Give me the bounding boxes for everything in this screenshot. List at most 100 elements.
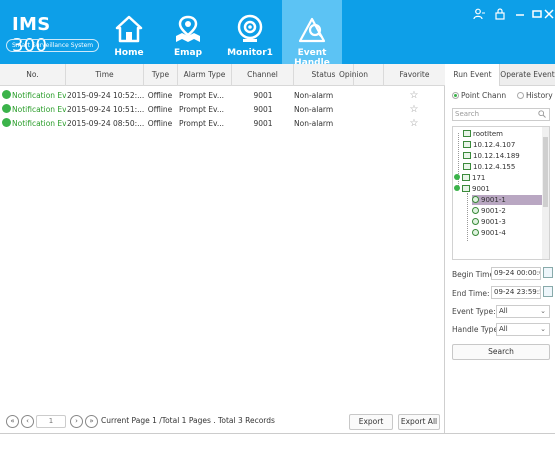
tree-node-device[interactable]: 10.12.14.189	[463, 151, 520, 161]
event-type-label: Event Type:	[452, 307, 496, 316]
folder-icon	[463, 130, 471, 137]
tree-scrollbar[interactable]	[542, 127, 549, 259]
tree-node-device[interactable]: 171	[454, 173, 485, 183]
expand-icon[interactable]	[454, 174, 460, 180]
time-cell: 2015-09-24 10:51:...	[67, 105, 144, 114]
tree-node-channel-selected[interactable]: 9001-1	[472, 195, 542, 205]
table-row[interactable]: Notification Event#1 2015-09-24 10:52:..…	[0, 89, 445, 103]
lock-icon[interactable]	[493, 8, 507, 22]
end-time-input[interactable]: 09-24 23:59:59	[491, 286, 541, 299]
calendar-icon[interactable]	[543, 286, 553, 297]
minimize-icon[interactable]	[513, 8, 527, 22]
channel-cell: 9001	[253, 91, 273, 100]
event-status-dot-icon	[2, 90, 11, 99]
favorite-star-icon[interactable]: ☆	[384, 89, 444, 103]
alarm-type-cell: Prompt Ev...	[179, 91, 225, 100]
nav-emap-label: Emap	[173, 48, 203, 58]
tree-node-channel[interactable]: 9001-4	[472, 228, 506, 238]
channel-tree: rootItem 10.12.4.107 10.12.14.189 10.12.…	[452, 126, 550, 260]
channel-cell: 9001	[253, 119, 273, 128]
prev-page-icon[interactable]: ‹	[21, 415, 34, 428]
device-icon	[462, 174, 470, 181]
event-type-select[interactable]: All ⌄	[496, 305, 550, 318]
event-table-panel: No. Time Type Alarm Type Channel Status …	[0, 64, 445, 433]
status-cell: Non-alarm	[294, 91, 334, 100]
user-icon[interactable]	[472, 8, 486, 22]
handle-type-select[interactable]: All ⌄	[496, 323, 550, 336]
search-icon	[538, 110, 546, 118]
type-cell: Offline	[147, 119, 173, 128]
pagination-bar: « ‹ 1 › » Current Page 1 /Total 1 Pages …	[0, 413, 445, 433]
tree-scroll-thumb[interactable]	[543, 137, 548, 207]
nav-monitor1[interactable]: Monitor1	[222, 0, 278, 64]
search-button[interactable]: Search	[452, 344, 550, 360]
export-button[interactable]: Export	[349, 414, 393, 430]
tree-node-rootitem[interactable]: rootItem	[463, 129, 503, 139]
tree-search-input[interactable]: Search	[452, 108, 550, 121]
nav-emap[interactable]: Emap	[160, 0, 216, 64]
ims-app: IMS 300 Smart Surveillance System Home E…	[0, 0, 555, 450]
tree-node-channel[interactable]: 9001-3	[472, 217, 506, 227]
tree-guide-line	[467, 193, 468, 241]
table-header: No. Time Type Alarm Type Channel Status …	[0, 64, 445, 86]
next-page-icon[interactable]: ›	[70, 415, 83, 428]
col-time[interactable]: Time	[66, 64, 144, 86]
favorite-star-icon[interactable]: ☆	[384, 117, 444, 131]
alarm-type-cell: Prompt Ev...	[179, 105, 225, 114]
tree-node-device[interactable]: 10.12.4.155	[463, 162, 515, 172]
side-tabs: Run Event Operate Event	[446, 64, 555, 86]
col-opinion[interactable]: Opinion	[324, 64, 384, 86]
close-icon[interactable]	[544, 8, 554, 22]
event-no-cell: Notification Event#1	[0, 89, 66, 103]
table-row[interactable]: Notification Event#3 2015-09-24 08:50:..…	[0, 117, 445, 131]
first-page-icon[interactable]: «	[6, 415, 19, 428]
nav-home[interactable]: Home	[101, 0, 157, 64]
col-channel[interactable]: Channel	[232, 64, 294, 86]
nav-home-label: Home	[114, 48, 144, 58]
table-row[interactable]: Notification Event#2 2015-09-24 10:51:..…	[0, 103, 445, 117]
nav-monitor1-label: Monitor1	[227, 48, 273, 58]
col-favorite[interactable]: Favorite	[384, 64, 445, 86]
radio-point-channel[interactable]: Point Chann	[452, 91, 506, 100]
col-alarm-type[interactable]: Alarm Type	[178, 64, 232, 86]
nav-event-handle[interactable]: Event Handle	[282, 0, 342, 68]
event-status-dot-icon	[2, 118, 11, 127]
tab-run-event[interactable]: Run Event	[446, 64, 500, 86]
device-icon	[463, 152, 471, 159]
page-number-input[interactable]: 1	[36, 415, 66, 428]
end-time-label: End Time:	[452, 289, 490, 298]
channel-cell: 9001	[253, 105, 273, 114]
app-subtitle: Smart Surveillance System	[6, 39, 100, 52]
radio-checked-icon	[452, 92, 459, 99]
top-bar: IMS 300 Smart Surveillance System Home E…	[0, 0, 555, 68]
chevron-down-icon: ⌄	[540, 307, 546, 315]
collapse-icon[interactable]	[454, 185, 460, 191]
last-page-icon[interactable]: »	[85, 415, 98, 428]
type-cell: Offline	[147, 105, 173, 114]
radio-unchecked-icon	[517, 92, 524, 99]
handle-type-label: Handle Type:	[452, 325, 501, 334]
radio-history[interactable]: History	[517, 91, 553, 100]
tree-node-device[interactable]: 10.12.4.107	[463, 140, 515, 150]
tab-operate-event[interactable]: Operate Event	[500, 64, 555, 86]
export-all-button[interactable]: Export All	[398, 414, 440, 430]
tree-node-channel[interactable]: 9001-2	[472, 206, 506, 216]
favorite-star-icon[interactable]: ☆	[384, 103, 444, 117]
maximize-icon[interactable]	[530, 8, 544, 22]
begin-time-input[interactable]: 09-24 00:00:00	[491, 267, 541, 280]
event-no-cell: Notification Event#2	[0, 103, 66, 117]
app-logo: IMS 300 Smart Surveillance System	[6, 14, 100, 58]
map-pin-icon	[176, 15, 200, 42]
calendar-icon[interactable]	[543, 267, 553, 278]
status-cell: Non-alarm	[294, 105, 334, 114]
channel-camera-icon	[472, 218, 479, 225]
channel-camera-icon	[472, 196, 479, 203]
device-icon	[462, 185, 470, 192]
col-no[interactable]: No.	[0, 64, 66, 86]
event-no-cell: Notification Event#3	[0, 117, 66, 131]
time-cell: 2015-09-24 10:52:...	[67, 91, 144, 100]
begin-time-label: Begin Time:	[452, 270, 497, 279]
tree-node-device[interactable]: 9001	[454, 184, 490, 194]
col-type[interactable]: Type	[144, 64, 178, 86]
home-icon	[115, 15, 143, 43]
